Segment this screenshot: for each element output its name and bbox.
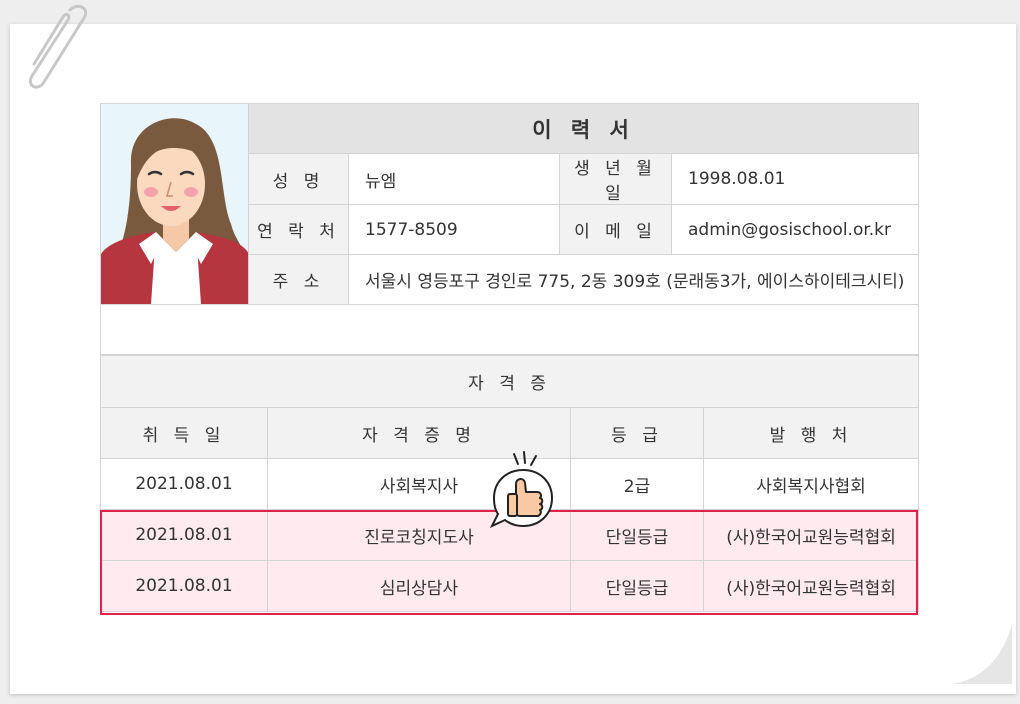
cert-date: 2021.08.01 (100, 509, 268, 561)
paperclip-icon (29, 4, 87, 89)
cert-issuer: (사)한국어교원능력협회 (702, 509, 920, 561)
cert-issuer: 사회복지사협회 (702, 458, 920, 510)
phone-label: 연 락 처 (248, 204, 349, 255)
blank-row (99, 304, 920, 355)
email-value: admin@gosischool.or.kr (670, 204, 920, 255)
cert-grade: 단일등급 (570, 509, 704, 561)
header-grade: 등 급 (570, 407, 704, 459)
cert-grade: 단일등급 (570, 560, 704, 612)
woman-avatar-icon (101, 104, 248, 304)
cert-date: 2021.08.01 (100, 560, 268, 612)
birth-label: 생 년 월 일 (559, 153, 672, 205)
header-issuer: 발 행 처 (702, 407, 920, 459)
address-value: 서울시 영등포구 경인로 775, 2동 309호 (문래동3가, 에이스하이테… (347, 254, 920, 305)
name-label: 성 명 (248, 153, 349, 205)
table-row: 2021.08.01 심리상담사 단일등급 (사)한국어교원능력협회 (100, 560, 920, 612)
resume-title: 이 력 서 (247, 103, 920, 154)
resume-table: 이 력 서 성 명 뉴엠 생 년 월 일 1998.08.01 연 락 처 15… (99, 103, 920, 355)
cert-issuer: (사)한국어교원능력협회 (702, 560, 920, 612)
certificates-caption: 자 격 증 (99, 355, 920, 408)
birth-value: 1998.08.01 (670, 153, 920, 205)
cert-name: 심리상담사 (267, 560, 571, 612)
profile-photo (100, 103, 249, 305)
phone-value: 1577-8509 (348, 204, 560, 255)
header-date: 취 득 일 (100, 407, 268, 459)
email-label: 이 메 일 (559, 204, 672, 255)
cert-grade: 2급 (570, 458, 704, 510)
thumbs-up-icon (490, 451, 554, 529)
name-value: 뉴엠 (348, 153, 560, 205)
page-curl (952, 624, 1012, 684)
cert-date: 2021.08.01 (100, 458, 268, 510)
address-label: 주 소 (248, 254, 349, 305)
